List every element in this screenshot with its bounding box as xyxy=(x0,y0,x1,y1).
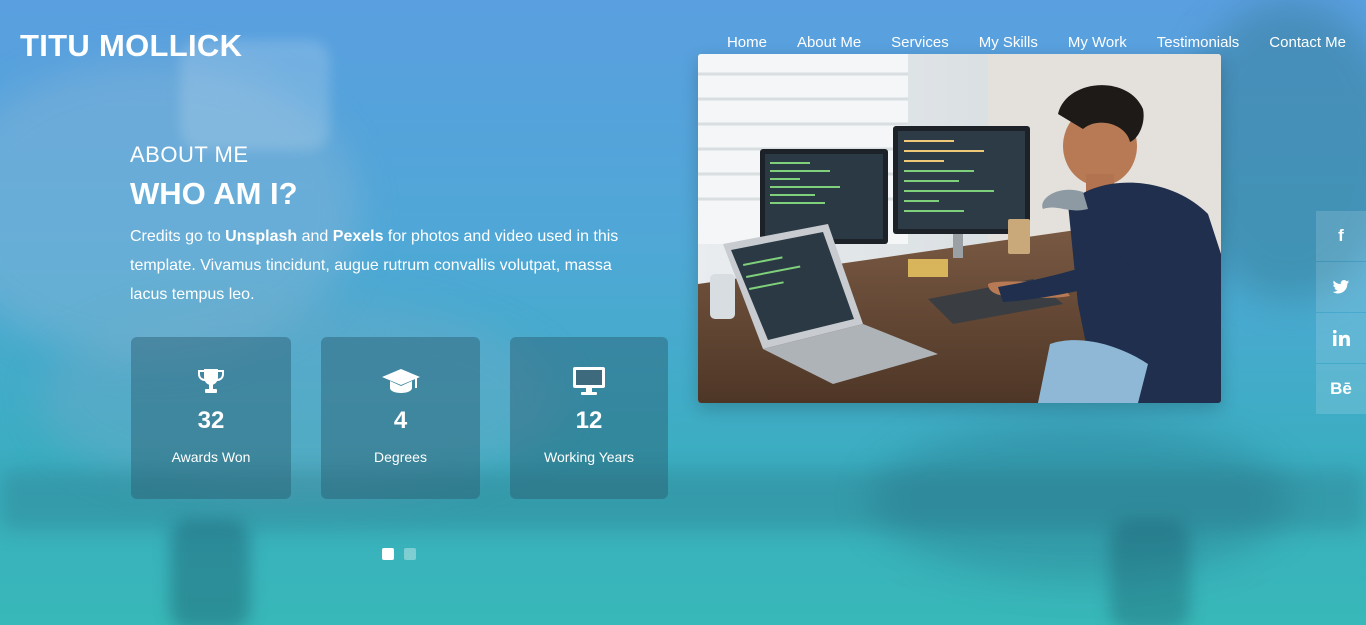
site-logo[interactable]: TITU MOLLICK xyxy=(20,28,242,64)
twitter-icon[interactable] xyxy=(1316,262,1366,312)
carousel-dot-1[interactable] xyxy=(382,548,394,560)
credit-pexels: Pexels xyxy=(332,228,384,245)
behance-icon[interactable]: Bē xyxy=(1316,364,1366,414)
nav-item-home[interactable]: Home xyxy=(697,33,767,53)
nav-item-about-me[interactable]: About Me xyxy=(767,33,861,53)
credit-unsplash: Unsplash xyxy=(225,228,298,245)
intro-text: Credits go to Unsplash and Pexels for ph… xyxy=(130,228,619,303)
stat-label: Working Years xyxy=(543,449,634,465)
background-blur xyxy=(170,520,250,625)
facebook-icon[interactable]: f xyxy=(1316,211,1366,261)
stat-label: Awards Won xyxy=(171,449,251,465)
social-sidebar: f Bē xyxy=(1316,211,1366,415)
nav-item-services[interactable]: Services xyxy=(861,33,949,53)
background-blur xyxy=(870,420,1290,580)
stat-number: 4 xyxy=(393,407,408,434)
main-nav: Home About Me Services My Skills My Work… xyxy=(697,33,1346,53)
nav-item-contact-me[interactable]: Contact Me xyxy=(1239,33,1346,53)
carousel-dots xyxy=(382,548,416,560)
carousel-dot-2[interactable] xyxy=(404,548,416,560)
stat-number: 32 xyxy=(197,407,225,434)
background-blur xyxy=(1110,520,1190,625)
stat-card-degrees: 4 Degrees xyxy=(321,337,480,499)
stat-card-awards: 32 Awards Won xyxy=(131,337,291,499)
monitor-icon xyxy=(572,365,606,397)
nav-item-testimonials[interactable]: Testimonials xyxy=(1127,33,1240,53)
trophy-icon xyxy=(196,365,226,397)
hero-photo xyxy=(698,54,1221,403)
nav-item-my-work[interactable]: My Work xyxy=(1038,33,1127,53)
section-subtitle: ABOUT ME xyxy=(130,142,249,167)
stat-card-working-years: 12 Working Years xyxy=(510,337,668,499)
section-title: WHO AM I? xyxy=(130,176,298,211)
stats-row: 32 Awards Won 4 Degrees 12 Working Years xyxy=(131,337,668,499)
linkedin-icon[interactable] xyxy=(1316,313,1366,363)
stat-number: 12 xyxy=(575,407,603,434)
nav-item-my-skills[interactable]: My Skills xyxy=(949,33,1038,53)
graduation-cap-icon xyxy=(381,365,421,397)
stat-label: Degrees xyxy=(374,449,427,465)
